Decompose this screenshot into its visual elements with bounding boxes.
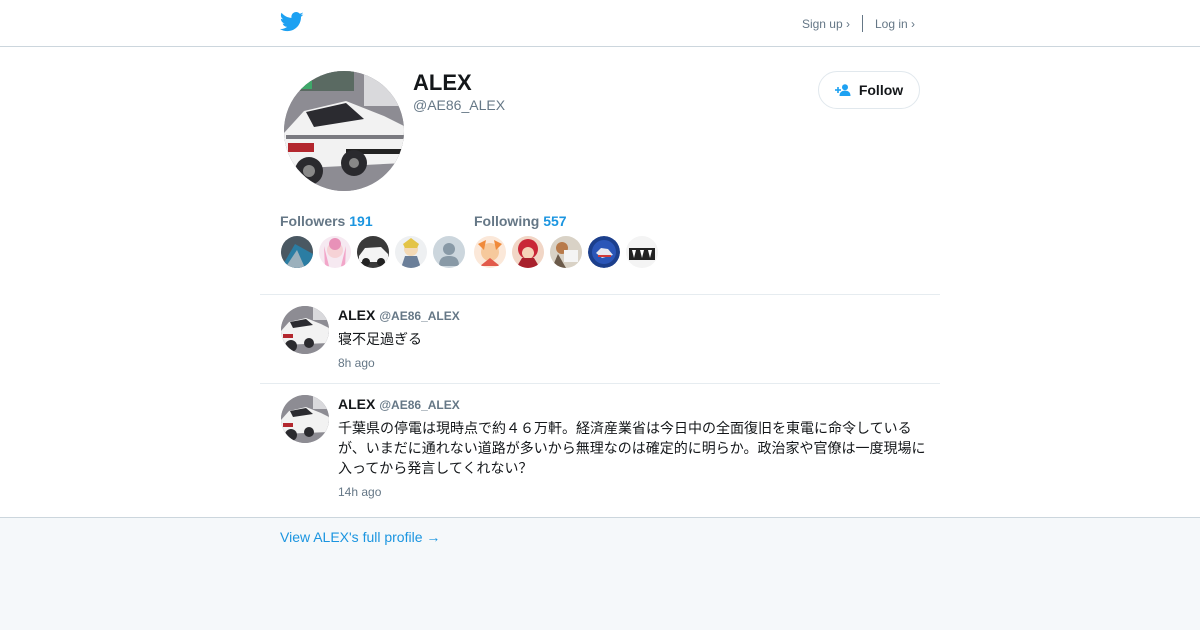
tweet-timestamp[interactable]: 8h ago [338,356,375,370]
following-stat[interactable]: Following 557 [474,213,567,229]
tweet-timestamp[interactable]: 14h ago [338,485,381,499]
following-avatar[interactable] [474,236,506,268]
followers-label: Followers [280,213,346,229]
tweet-text: 千葉県の停電は現時点で約４６万軒。経済産業省は今日中の全面復旧を東電に命令してい… [338,421,926,477]
top-bar: Sign up › Log in › [0,0,1200,47]
tweet-author-handle: @AE86_ALEX [379,398,460,412]
follower-avatar[interactable] [357,236,389,268]
tweet-author-name: ALEX [338,307,376,323]
full-profile-link[interactable]: View ALEX's full profile → [280,529,440,545]
followers-stat[interactable]: Followers 191 [280,213,373,229]
follower-avatar[interactable] [433,236,465,268]
tweet-avatar[interactable] [281,395,329,443]
followers-count: 191 [349,213,373,229]
tweet-author-handle: @AE86_ALEX [379,309,460,323]
signup-link[interactable]: Sign up › [802,17,850,31]
tweet-divider [260,383,940,384]
following-avatar[interactable] [588,236,620,268]
following-avatar[interactable] [512,236,544,268]
follower-avatar[interactable] [281,236,313,268]
follower-avatar[interactable] [395,236,427,268]
twitter-bird-icon[interactable] [280,11,304,33]
section-divider [260,294,940,295]
tweet-author-name: ALEX [338,396,376,412]
follow-button-label: Follow [858,82,904,98]
nav-divider [861,15,863,32]
tweet-avatar[interactable] [281,306,329,354]
followers-avatars [281,236,471,268]
profile-name: ALEX [413,70,472,95]
follow-button[interactable]: Follow [818,71,920,109]
following-count: 557 [543,213,567,229]
tweet-item[interactable]: ALEX @AE86_ALEX 寝不足過ぎる 8h ago [260,306,940,383]
following-avatar[interactable] [626,236,658,268]
profile-avatar[interactable] [284,71,404,191]
profile-card: ALEX @AE86_ALEX Follow Followers 191 Fol… [0,47,1200,518]
tweet-author[interactable]: ALEX @AE86_ALEX [338,396,460,412]
follower-avatar[interactable] [319,236,351,268]
add-user-icon [834,84,851,96]
following-label: Following [474,213,540,229]
login-link[interactable]: Log in › [875,17,915,31]
tweet-author[interactable]: ALEX @AE86_ALEX [338,307,460,323]
profile-handle: @AE86_ALEX [413,97,506,113]
top-nav: Sign up › Log in › [802,15,915,32]
tweet-text: 寝不足過ぎる [338,332,422,348]
following-avatar[interactable] [550,236,582,268]
tweet-item[interactable]: ALEX @AE86_ALEX 千葉県の停電は現時点で約４６万軒。経済産業省は今日… [260,395,940,505]
following-avatars [474,236,664,268]
